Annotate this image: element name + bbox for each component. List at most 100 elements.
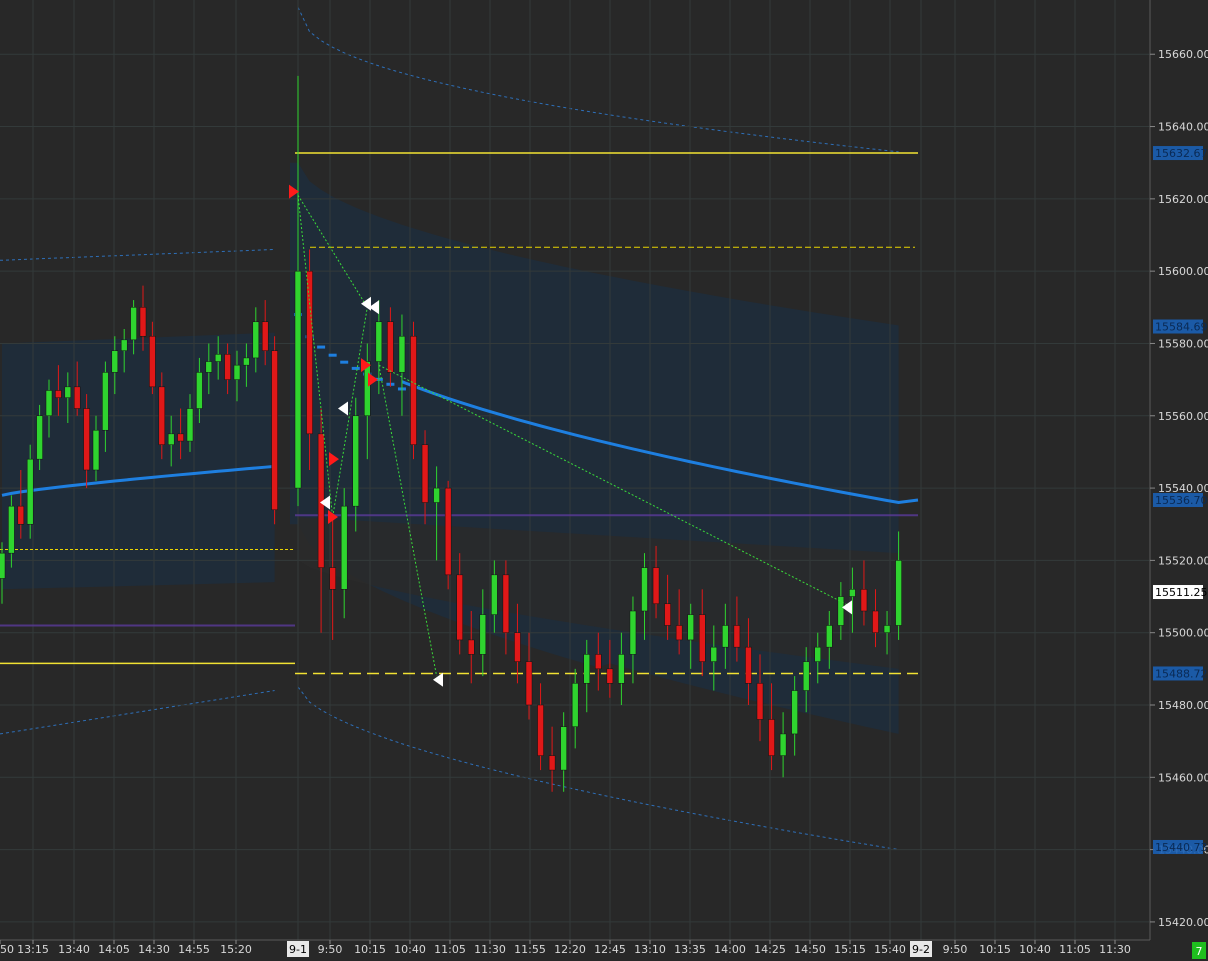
candle-body xyxy=(294,270,302,489)
candle-body xyxy=(111,350,119,373)
candle-body xyxy=(130,307,137,341)
candle-body xyxy=(514,632,521,662)
candle-body xyxy=(102,372,109,431)
candle-body xyxy=(139,307,147,337)
candle-body xyxy=(629,610,637,655)
candle-body xyxy=(860,589,868,612)
price-tick-label: 15460.00 xyxy=(1158,771,1208,784)
candle-body xyxy=(618,654,625,684)
candle-body xyxy=(779,733,787,756)
candle-body xyxy=(433,487,440,503)
price-tag-label: 15440.73 xyxy=(1155,841,1208,854)
time-tick-label: 14:30 xyxy=(138,943,170,956)
candle-body xyxy=(252,321,260,359)
price-tick-label: 15480.00 xyxy=(1158,699,1208,712)
candle-body xyxy=(224,354,231,380)
session-tag-label: 9-1 xyxy=(289,943,307,956)
candle-body xyxy=(548,755,556,771)
candle-body xyxy=(261,321,269,351)
candle-body xyxy=(243,357,250,366)
time-tick-label: 11:05 xyxy=(1059,943,1091,956)
candle-body xyxy=(791,690,798,735)
candle-body xyxy=(398,335,406,373)
time-tick-label: 9:50 xyxy=(943,943,968,956)
candle-body xyxy=(64,386,72,398)
price-axis-bg xyxy=(1150,0,1208,961)
candle-body xyxy=(387,321,394,373)
candle-body xyxy=(36,415,43,460)
counter-badge-label: 7 xyxy=(1196,945,1203,958)
candle-body xyxy=(17,505,25,525)
candle-body xyxy=(479,614,487,655)
time-tick-label: 11:30 xyxy=(474,943,506,956)
price-tag-label: 15632.67 xyxy=(1155,147,1208,160)
candle-body xyxy=(664,603,671,626)
time-tick-label: 15:40 xyxy=(874,943,906,956)
candle-body xyxy=(329,567,336,590)
price-tick-label: 15600.00 xyxy=(1158,265,1208,278)
price-tick-label: 15620.00 xyxy=(1158,193,1208,206)
vwap-step xyxy=(340,360,349,364)
price-tag-label: 15488.72 xyxy=(1155,667,1208,680)
prev-vwap-band xyxy=(2,332,275,590)
candle-body xyxy=(421,444,429,503)
candle-body xyxy=(606,668,614,684)
time-tick-label: 14:00 xyxy=(714,943,746,956)
candle-body xyxy=(26,458,34,525)
candle-body xyxy=(768,719,775,756)
time-tick-label: 11:05 xyxy=(434,943,466,956)
time-tick-label: 13:10 xyxy=(634,943,666,956)
candle-body xyxy=(444,487,452,576)
time-tick-label: 11:30 xyxy=(1099,943,1131,956)
candle-body xyxy=(849,589,856,597)
candle-body xyxy=(271,350,278,511)
candle-body xyxy=(352,415,359,507)
price-tick-label: 15560.00 xyxy=(1158,410,1208,423)
candle-body xyxy=(340,505,348,590)
time-axis[interactable]: 50 13:15 13:40 14:05 14:30 14:55 15:20 9-1 9:50 1… xyxy=(0,939,1206,961)
time-tick-label: 13:15 xyxy=(17,943,49,956)
candle-body xyxy=(410,335,417,445)
candle-body xyxy=(745,646,752,684)
candle-body xyxy=(525,661,533,706)
candle-body xyxy=(675,625,683,641)
candle-body xyxy=(45,390,53,417)
price-tick-label: 15520.00 xyxy=(1158,554,1208,567)
vwap-step xyxy=(328,353,337,357)
time-tick-label: 14:05 xyxy=(98,943,130,956)
price-chart[interactable]: 15660.00 15640.00 15620.00 15600.00 15580.00… xyxy=(0,0,1208,961)
candle-body xyxy=(214,354,222,362)
time-tick-label: 50 xyxy=(0,943,14,956)
candle-body xyxy=(756,683,764,720)
price-tick-label: 15640.00 xyxy=(1158,121,1208,134)
candle-body xyxy=(364,361,371,417)
candle-body xyxy=(537,704,544,756)
candle-body xyxy=(687,614,694,641)
time-tick-label: 13:35 xyxy=(674,943,706,956)
candle-body xyxy=(872,610,879,633)
time-tick-label: 10:40 xyxy=(1019,943,1051,956)
session-tag-label: 9-2 xyxy=(912,943,930,956)
candle-body xyxy=(699,614,706,662)
candle-body xyxy=(733,625,741,648)
candle-body xyxy=(158,386,166,445)
price-tick-label: 15500.00 xyxy=(1158,627,1208,640)
candle-body xyxy=(571,683,579,727)
candle-body xyxy=(55,390,62,398)
time-tick-label: 13:40 xyxy=(58,943,90,956)
time-tick-label: 15:15 xyxy=(834,943,866,956)
time-tick-label: 9:50 xyxy=(318,943,343,956)
time-tick-label: 10:40 xyxy=(394,943,426,956)
candle-body xyxy=(233,364,241,380)
candle-body xyxy=(468,639,475,655)
candle-body xyxy=(306,270,313,435)
candle-body xyxy=(196,372,203,409)
candle-body xyxy=(595,654,602,670)
time-tick-label: 14:55 xyxy=(178,943,210,956)
price-axis[interactable]: 15660.00 15640.00 15620.00 15600.00 15580.00… xyxy=(1149,0,1208,961)
candle-body xyxy=(83,408,90,471)
candle-body xyxy=(502,574,510,633)
candle-body xyxy=(883,625,891,633)
candle-body xyxy=(375,321,383,362)
candle-body xyxy=(177,433,184,442)
